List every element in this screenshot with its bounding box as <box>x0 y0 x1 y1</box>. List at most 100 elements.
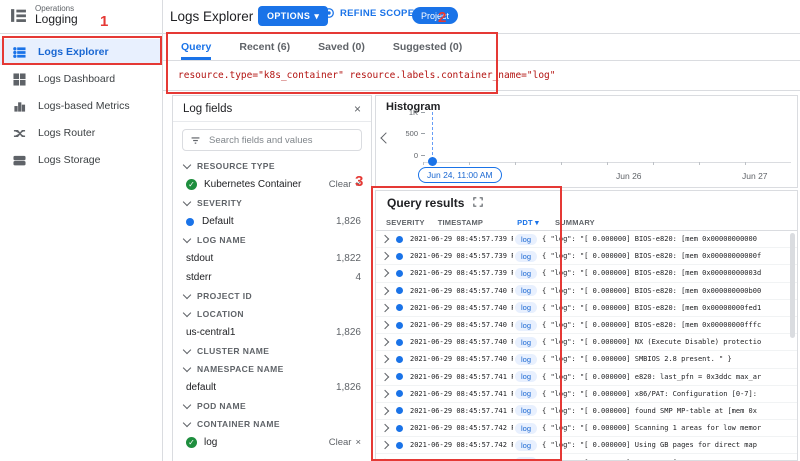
expand-chevron-icon[interactable] <box>381 252 389 260</box>
expand-chevron-icon[interactable] <box>381 441 389 449</box>
selected-time-pill[interactable]: Jun 24, 11:00 AM <box>418 167 502 183</box>
sidebar-item-logs-router[interactable]: Logs Router <box>0 120 162 146</box>
sidebar-item-logs-storage[interactable]: Logs Storage <box>0 147 162 173</box>
field-section-container-name[interactable]: CONTAINER NAME <box>173 415 371 433</box>
log-summary: { "log": "[ 0.000000] NX (Execute Disabl… <box>542 338 797 346</box>
field-item-log-container[interactable]: ✓ log Clear× <box>173 433 371 452</box>
log-name-chip: log <box>515 285 537 296</box>
field-count: 4 <box>355 272 361 283</box>
field-section-resource-type[interactable]: RESOURCE TYPE <box>173 157 371 175</box>
log-summary: { "log": "[ 0.000000] Using GB pages for… <box>542 441 797 449</box>
expand-chevron-icon[interactable] <box>381 424 389 432</box>
field-section-namespace-name[interactable]: NAMESPACE NAME <box>173 360 371 378</box>
sidebar-item-logs-dashboard[interactable]: Logs Dashboard <box>0 66 162 92</box>
sidebar-item-logs-explorer[interactable]: Logs Explorer <box>0 39 162 65</box>
log-entry-row[interactable]: 2021-06-29 08:45:57.740 PDT log { "log":… <box>376 334 797 351</box>
expand-chevron-icon[interactable] <box>381 321 389 329</box>
expand-chevron-icon[interactable] <box>381 372 389 380</box>
field-section-location[interactable]: LOCATION <box>173 305 371 323</box>
refine-scope-button[interactable]: REFINE SCOPE <box>323 7 414 19</box>
storage-icon <box>13 154 26 167</box>
log-entry-row[interactable]: 2021-06-29 08:45:57.742 PDT log { "log":… <box>376 420 797 437</box>
results-scrollbar[interactable] <box>790 233 795 338</box>
expand-chevron-icon[interactable] <box>381 407 389 415</box>
field-value: stderr <box>186 272 212 283</box>
severity-default-icon <box>396 253 403 260</box>
field-section-pod-name[interactable]: POD NAME <box>173 397 371 415</box>
field-item-severity-default[interactable]: Default 1,826 <box>173 212 371 231</box>
brand[interactable]: Operations Logging <box>10 4 78 27</box>
field-item-stderr[interactable]: stderr 4 <box>173 268 371 287</box>
dashboard-icon <box>13 73 26 86</box>
tab-recent[interactable]: Recent (6) <box>239 34 290 60</box>
chevron-down-icon <box>183 363 191 371</box>
sidebar-item-label: Logs-based Metrics <box>38 100 130 112</box>
log-timestamp: 2021-06-29 08:45:57.740 PDT <box>410 321 513 329</box>
query-results-header: Query results <box>376 191 797 215</box>
field-section-severity[interactable]: SEVERITY <box>173 194 371 212</box>
expand-chevron-icon[interactable] <box>381 235 389 243</box>
expand-chevron-icon[interactable] <box>381 304 389 312</box>
log-entry-row[interactable]: 2021-06-29 08:45:57.739 PDT log { "log":… <box>376 231 797 248</box>
log-entry-row[interactable]: 2021-06-29 08:45:57.740 PDT log { "log":… <box>376 351 797 368</box>
options-label: OPTIONS <box>267 11 310 21</box>
log-entry-row[interactable]: 2021-06-29 08:45:57.741 PDT log { "log":… <box>376 386 797 403</box>
log-entry-row[interactable]: 2021-06-29 08:45:57.742 PDT log { "log":… <box>376 454 797 461</box>
close-icon[interactable]: × <box>354 102 361 116</box>
field-item-kubernetes-container[interactable]: ✓ Kubernetes Container Clear× <box>173 175 371 194</box>
chevron-down-icon <box>183 197 191 205</box>
section-label: CONTAINER NAME <box>197 419 280 429</box>
y-axis-tick-label: 1K <box>376 108 418 117</box>
field-section-cluster-name[interactable]: CLUSTER NAME <box>173 342 371 360</box>
field-section-log-name[interactable]: LOG NAME <box>173 231 371 249</box>
tab-saved[interactable]: Saved (0) <box>318 34 365 60</box>
chevron-down-icon <box>183 308 191 316</box>
time-cursor-dot[interactable] <box>428 157 437 166</box>
expand-chevron-icon[interactable] <box>381 390 389 398</box>
log-name-chip: log <box>515 251 537 262</box>
log-entry-row[interactable]: 2021-06-29 08:45:57.740 PDT log { "log":… <box>376 300 797 317</box>
field-value: Kubernetes Container <box>204 179 301 190</box>
field-item-stdout[interactable]: stdout 1,822 <box>173 249 371 268</box>
log-entry-row[interactable]: 2021-06-29 08:45:57.739 PDT log { "log":… <box>376 265 797 282</box>
log-name-chip: log <box>515 440 537 451</box>
log-summary: { "log": "[ 0.000000] Scanning 1 areas f… <box>542 424 797 432</box>
field-value: stdout <box>186 253 213 264</box>
section-label: POD NAME <box>197 401 246 411</box>
sidebar-item-logs-based-metrics[interactable]: Logs-based Metrics <box>0 93 162 119</box>
sidebar-item-label: Logs Router <box>38 127 95 139</box>
query-results-panel: Query results SEVERITY TIMESTAMP PDT ▾ S… <box>375 190 798 461</box>
severity-default-icon <box>396 390 403 397</box>
log-summary: { "log": "[ 0.000000] found SMP MP-table… <box>542 407 797 415</box>
field-item-us-central1[interactable]: us-central1 1,826 <box>173 323 371 342</box>
tab-suggested[interactable]: Suggested (0) <box>393 34 462 60</box>
search-fields-box[interactable] <box>182 129 362 151</box>
expand-chevron-icon[interactable] <box>381 355 389 363</box>
histogram-panel: Histogram 1K 500 0 Jun 24, 11:00 AM Jun … <box>375 95 798 188</box>
log-entry-row[interactable]: 2021-06-29 08:45:57.740 PDT log { "log":… <box>376 283 797 300</box>
tab-query[interactable]: Query <box>181 34 211 60</box>
clear-filter-button[interactable]: Clear× <box>329 179 361 190</box>
options-button[interactable]: OPTIONS▾ <box>258 6 328 26</box>
expand-chevron-icon[interactable] <box>381 338 389 346</box>
field-section-project-id[interactable]: PROJECT ID <box>173 287 371 305</box>
chevron-down-icon <box>183 418 191 426</box>
log-entry-row[interactable]: 2021-06-29 08:45:57.739 PDT log { "log":… <box>376 248 797 265</box>
clear-filter-button[interactable]: Clear× <box>329 437 361 448</box>
log-entry-row[interactable]: 2021-06-29 08:45:57.740 PDT log { "log":… <box>376 317 797 334</box>
log-entry-row[interactable]: 2021-06-29 08:45:57.741 PDT log { "log":… <box>376 403 797 420</box>
log-fields-header: Log fields × <box>173 96 371 122</box>
sidebar: Logs Explorer Logs Dashboard Logs-based … <box>0 34 162 461</box>
expand-chevron-icon[interactable] <box>381 269 389 277</box>
scope-project-badge[interactable]: Project <box>412 7 458 24</box>
expand-chevron-icon[interactable] <box>381 286 389 294</box>
query-editor[interactable]: resource.type="k8s_container" resource.l… <box>163 61 800 91</box>
log-name-chip: log <box>515 371 537 382</box>
field-item-default-namespace[interactable]: default 1,826 <box>173 378 371 397</box>
search-fields-input[interactable] <box>207 134 354 147</box>
log-timestamp: 2021-06-29 08:45:57.742 PDT <box>410 424 513 432</box>
expand-icon[interactable] <box>473 194 483 212</box>
log-entry-row[interactable]: 2021-06-29 08:45:57.741 PDT log { "log":… <box>376 369 797 386</box>
timezone-selector[interactable]: PDT ▾ <box>517 218 539 227</box>
log-entry-row[interactable]: 2021-06-29 08:45:57.742 PDT log { "log":… <box>376 437 797 454</box>
